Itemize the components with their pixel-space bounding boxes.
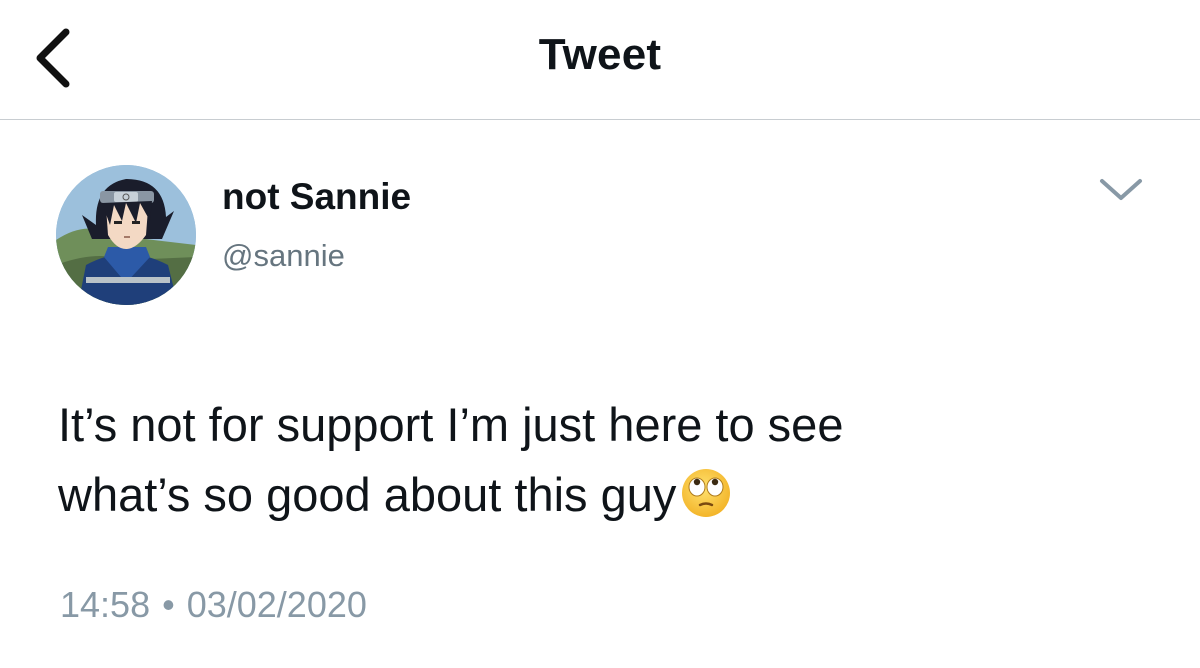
avatar-image — [56, 165, 196, 305]
meta-separator: • — [162, 584, 175, 625]
tweet-time: 14:58 — [60, 584, 151, 625]
more-options-button[interactable] — [1096, 172, 1146, 208]
tweet-date: 03/02/2020 — [186, 584, 367, 625]
author-display-name[interactable]: not Sannie — [222, 176, 411, 218]
tweet-timestamp[interactable]: 14:58 • 03/02/2020 — [60, 584, 367, 626]
page-title: Tweet — [538, 30, 662, 79]
chevron-down-icon — [1100, 179, 1142, 200]
navigation-bar: Tweet — [0, 0, 1200, 120]
tweet-text-line: It’s not for support I’m just here to se… — [58, 398, 844, 451]
face-with-rolling-eyes-icon — [680, 467, 732, 519]
tweet-text-line-content: what’s so good about this guy — [58, 468, 677, 521]
tweet-text: It’s not for support I’m just here to se… — [58, 390, 1158, 530]
tweet-text-line: what’s so good about this guy — [58, 460, 1158, 530]
author-handle[interactable]: @sannie — [222, 238, 345, 274]
avatar[interactable] — [56, 165, 196, 305]
